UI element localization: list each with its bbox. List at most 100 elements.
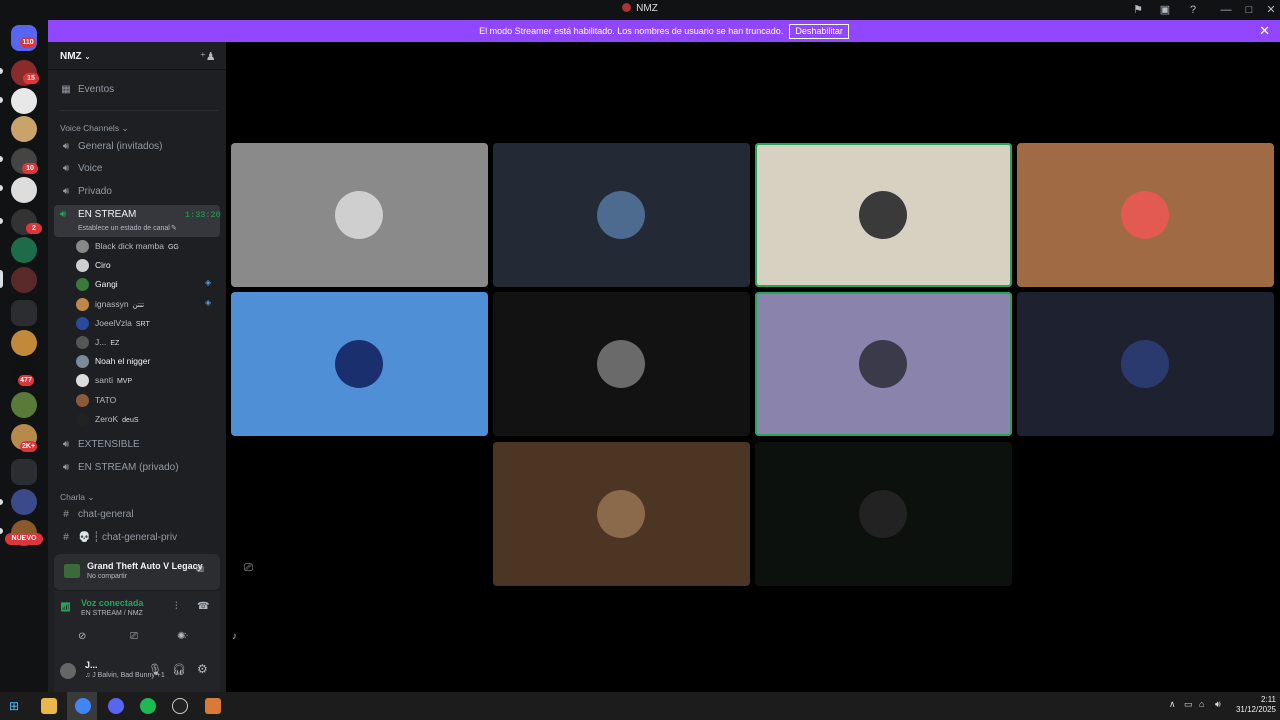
- system-clock[interactable]: 2:11 31/12/2025: [1228, 695, 1276, 715]
- category-charla[interactable]: Charla ⌄: [60, 492, 95, 503]
- chevron-down-icon: ⌄: [84, 54, 91, 61]
- voice-channel[interactable]: 🔊︎ Voice: [54, 159, 220, 179]
- avatar: [76, 240, 89, 253]
- server-icon[interactable]: [11, 237, 37, 263]
- voice-channel[interactable]: 🔊︎ General (invitados): [54, 137, 220, 157]
- windows-start-icon[interactable]: ⊞: [9, 699, 19, 713]
- avatar: [76, 297, 89, 311]
- file-explorer-icon[interactable]: [41, 698, 57, 714]
- soundboard-icon[interactable]: ✺: [177, 631, 185, 642]
- help-icon[interactable]: ?: [1186, 3, 1200, 17]
- participant-tile[interactable]: [755, 442, 1012, 586]
- participant-tile[interactable]: [493, 143, 750, 287]
- voice-channel[interactable]: 🔊︎ EXTENSIBLE: [54, 435, 220, 455]
- app-icon[interactable]: [172, 698, 188, 714]
- participant-avatar: [597, 340, 645, 388]
- server-icon[interactable]: [11, 88, 37, 114]
- app-icon[interactable]: [205, 698, 221, 714]
- participant-avatar: [859, 191, 907, 239]
- server-icon[interactable]: [11, 330, 37, 356]
- signal-icon[interactable]: 📶︎: [60, 602, 71, 613]
- stream-indicator-icon: ◈: [205, 278, 212, 288]
- channel-timer: 1:33:20: [185, 210, 221, 220]
- disable-streamer-button[interactable]: Deshabilitar: [789, 24, 849, 39]
- chevron-down-icon: ⌄: [121, 123, 129, 133]
- game-icon: [64, 564, 80, 578]
- speaker-icon: 🔊︎: [62, 186, 70, 197]
- flag-icon[interactable]: ⚑: [1131, 3, 1145, 17]
- server-header[interactable]: NMZ ⌄: [60, 51, 90, 62]
- server-icon[interactable]: [11, 392, 37, 418]
- participant-tile[interactable]: [493, 442, 750, 586]
- participant-tile[interactable]: [755, 292, 1012, 436]
- minimize-button[interactable]: —: [1219, 3, 1233, 17]
- noise-suppression-icon[interactable]: ⫶: [175, 601, 178, 612]
- voice-user-name: ignassyn تتتن: [95, 298, 145, 309]
- share-screen-icon[interactable]: ⎚: [130, 631, 138, 642]
- avatar: [76, 316, 89, 330]
- spotify-icon[interactable]: [140, 698, 156, 714]
- participant-tile[interactable]: [493, 292, 750, 436]
- user-tag: تتتن: [132, 301, 145, 309]
- music-note-icon: ♫: [85, 672, 91, 679]
- voice-channel[interactable]: 🔊︎ EN STREAM (privado): [54, 458, 220, 478]
- avatar[interactable]: [60, 663, 76, 679]
- avatar: [76, 393, 89, 407]
- voice-location[interactable]: EN STREAM / NMZ: [81, 610, 143, 617]
- category-voice-channels[interactable]: Voice Channels ⌄: [60, 123, 129, 134]
- settings-gear-icon[interactable]: ⚙: [197, 662, 208, 676]
- avatar: [76, 412, 89, 426]
- camera-off-icon[interactable]: ⊘: [78, 631, 86, 642]
- inbox-icon[interactable]: ▣: [1158, 3, 1172, 17]
- participant-tile[interactable]: [231, 292, 488, 436]
- channel-status-prompt[interactable]: Establece un estado de canal: [78, 225, 170, 232]
- streamer-mode-banner: El modo Streamer está habilitado. Los no…: [48, 20, 1280, 42]
- active-voice-channel[interactable]: 🔊︎ EN STREAM 1:33:20 Establece un estado…: [54, 205, 221, 237]
- maximize-button[interactable]: □: [1242, 3, 1256, 17]
- server-badge: 2: [26, 223, 42, 234]
- folder-icon[interactable]: [11, 459, 37, 485]
- close-window-button[interactable]: ✕: [1264, 3, 1278, 17]
- headphones-icon[interactable]: 🎧︎: [172, 663, 186, 676]
- voice-user-name: J... EZ: [95, 337, 120, 347]
- microphone-icon[interactable]: 🎙︎: [148, 663, 162, 676]
- participant-tile[interactable]: [1017, 143, 1274, 287]
- voice-user-name: Black dick mamba GG: [95, 241, 179, 251]
- tray-icon[interactable]: ▭: [1184, 699, 1193, 710]
- discord-icon[interactable]: [108, 698, 124, 714]
- close-banner-icon[interactable]: ✕: [1259, 20, 1270, 42]
- disconnect-icon[interactable]: ☎: [197, 601, 209, 612]
- title-bar: NMZ ⚑ ▣ ? — □ ✕: [0, 0, 1280, 20]
- user-tag: SRT: [135, 320, 150, 328]
- voice-channel[interactable]: 🔊︎ Privado: [54, 182, 220, 202]
- participant-avatar: [335, 191, 383, 239]
- stream-indicator-icon: ◈: [205, 297, 212, 307]
- divider: [60, 110, 218, 111]
- divider: [48, 69, 226, 70]
- events-item[interactable]: ▦ Eventos: [54, 80, 220, 100]
- hash-icon: #: [63, 509, 69, 520]
- participant-avatar: [597, 490, 645, 538]
- participant-tile[interactable]: [755, 143, 1012, 287]
- server-icon[interactable]: [11, 267, 37, 293]
- add-member-icon[interactable]: ⁺♟: [200, 50, 216, 63]
- speaker-icon: 🔊︎: [62, 462, 70, 473]
- participant-tile[interactable]: [1017, 292, 1274, 436]
- server-icon[interactable]: [11, 489, 37, 515]
- server-icon[interactable]: [11, 116, 37, 142]
- server-icon[interactable]: [11, 177, 37, 203]
- pencil-icon[interactable]: ✎: [171, 224, 177, 232]
- text-channel[interactable]: # chat-general: [54, 505, 220, 525]
- screen-share-icon[interactable]: ⧉: [196, 563, 204, 576]
- chevron-up-icon[interactable]: ∧: [1169, 699, 1176, 710]
- server-badge: 477: [18, 375, 34, 386]
- voice-user-name: JoeelVzla SRT: [95, 317, 150, 328]
- folder-icon[interactable]: [11, 300, 37, 326]
- chrome-icon[interactable]: [75, 698, 91, 714]
- volume-icon[interactable]: 🔊︎: [1215, 699, 1221, 710]
- participant-tile[interactable]: [231, 143, 488, 287]
- new-unreads-badge[interactable]: NUEVO: [5, 533, 43, 545]
- voice-user-name: Gangi: [95, 279, 118, 290]
- text-channel[interactable]: # 💀 ┆ chat-general-priv: [54, 528, 220, 548]
- network-icon[interactable]: ⌂: [1199, 699, 1204, 709]
